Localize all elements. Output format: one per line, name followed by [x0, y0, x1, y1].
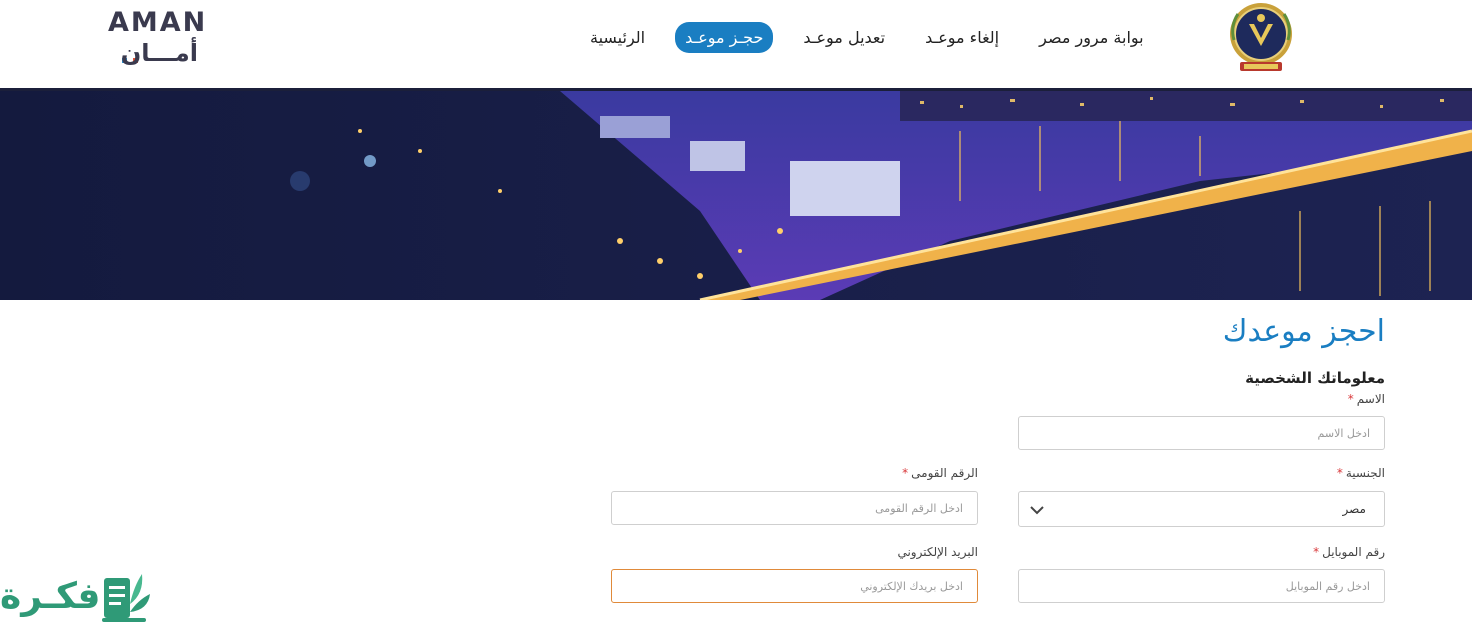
- required-mark: *: [1313, 545, 1320, 559]
- required-mark: *: [902, 466, 909, 480]
- mobile-input[interactable]: [1019, 570, 1384, 602]
- email-label-text: البريد الإلكتروني: [897, 545, 978, 559]
- email-input[interactable]: [612, 570, 977, 602]
- book-leaf-icon: [100, 564, 152, 628]
- mobile-label: رقم الموبايل*: [1313, 545, 1385, 559]
- brand-name-ar: أمـــان: [120, 39, 198, 67]
- fikra-watermark: فكـرة: [0, 562, 152, 625]
- national-id-input[interactable]: [612, 492, 977, 524]
- name-label-text: الاسم: [1356, 392, 1385, 406]
- national-id-label-text: الرقم القومى: [911, 466, 978, 480]
- national-id-label: الرقم القومى*: [902, 466, 978, 480]
- main-nav: الرئيسية حجـز موعـد تعديل موعـد إلغاء مو…: [560, 20, 1154, 54]
- brand-name-en: AMAN: [108, 7, 208, 38]
- name-field[interactable]: [1018, 416, 1385, 450]
- site-header: AMAN أمـــان الرئيسية حجـز موعـد تعديل م…: [0, 0, 1472, 91]
- page-title: احجز موعدك: [1222, 314, 1385, 349]
- name-input[interactable]: [1019, 417, 1384, 449]
- mobile-field[interactable]: [1018, 569, 1385, 603]
- email-label: البريد الإلكتروني: [897, 545, 978, 559]
- mobile-label-text: رقم الموبايل: [1322, 545, 1385, 559]
- name-label: الاسم*: [1348, 392, 1385, 406]
- hero-banner-city-night: [0, 91, 1472, 300]
- nav-item-edit-appointment[interactable]: تعديل موعـد: [793, 22, 895, 53]
- national-id-field[interactable]: [611, 491, 978, 525]
- watermark-text: فكـرة: [0, 576, 101, 617]
- nav-item-cancel-appointment[interactable]: إلغاء موعـد: [915, 22, 1009, 53]
- email-field[interactable]: [611, 569, 978, 603]
- nationality-select[interactable]: مصر: [1018, 491, 1385, 527]
- required-mark: *: [1347, 392, 1354, 406]
- nationality-label: الجنسية*: [1337, 466, 1385, 480]
- nav-item-book-appointment[interactable]: حجـز موعـد: [675, 21, 774, 53]
- section-title-personal-info: معلوماتك الشخصية: [1245, 369, 1385, 387]
- nationality-selected-value: مصر: [1342, 502, 1366, 516]
- nationality-label-text: الجنسية: [1345, 466, 1385, 480]
- chevron-down-icon[interactable]: [1029, 502, 1045, 522]
- nav-item-home[interactable]: الرئيسية: [580, 22, 655, 53]
- nav-item-egypt-traffic-portal[interactable]: بوابة مرور مصر: [1029, 22, 1154, 53]
- aman-logo[interactable]: AMAN أمـــان: [108, 8, 205, 68]
- required-mark: *: [1336, 466, 1343, 480]
- police-emblem-icon[interactable]: [1224, 0, 1298, 76]
